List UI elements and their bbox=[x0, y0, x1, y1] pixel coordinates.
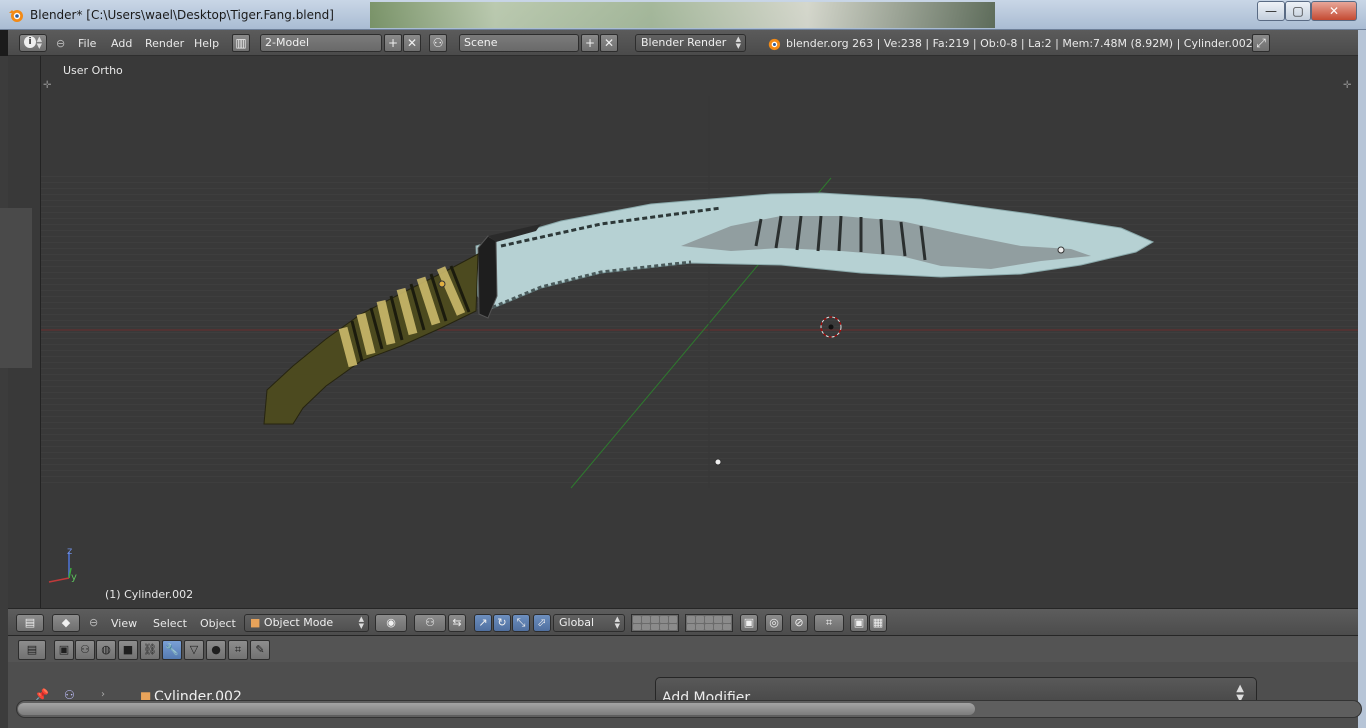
editor-type-button[interactable]: i ▲ ▼ bbox=[19, 34, 47, 52]
3d-viewport[interactable]: ✛ ✛ ✛ ✛ User Ortho bbox=[41, 56, 1358, 608]
blender-logo-icon bbox=[9, 10, 23, 22]
gizmo-z-label: y bbox=[71, 572, 77, 583]
scene-drawing bbox=[41, 96, 1358, 583]
render-tab-icon[interactable]: ▣ bbox=[54, 640, 74, 660]
horizontal-scrollbar[interactable] bbox=[16, 700, 1362, 718]
scale-manipulator-icon-2[interactable]: ⬀ bbox=[533, 614, 551, 632]
remove-scene-button[interactable]: ✕ bbox=[600, 34, 618, 52]
window-titlebar: Blender* [C:\Users\wael\Desktop\Tiger.Fa… bbox=[0, 0, 1366, 30]
snap-toggle-icon[interactable]: ⊘ bbox=[790, 614, 808, 632]
editor-type-3d-view-icon[interactable]: ▤ bbox=[16, 614, 44, 632]
world-origin-dot bbox=[714, 458, 722, 466]
viewport-shading-icon[interactable]: ◉ bbox=[375, 614, 407, 632]
scene-stats: blender.org 263 | Ve:238 | Fa:219 | Ob:0… bbox=[786, 37, 1253, 50]
menu-add[interactable]: Add bbox=[111, 37, 132, 50]
object-origin-dot bbox=[438, 280, 446, 288]
lock-layers-icon[interactable]: ▣ bbox=[740, 614, 758, 632]
scene-icon[interactable]: ⚇ bbox=[429, 34, 447, 52]
add-scene-button[interactable]: + bbox=[581, 34, 599, 52]
active-object-label: (1) Cylinder.002 bbox=[105, 588, 194, 601]
info-icon: i bbox=[24, 36, 36, 48]
toolshelf-tab[interactable] bbox=[0, 208, 32, 368]
scene-field[interactable]: Scene bbox=[459, 34, 579, 52]
properties-editor: ▤ ▣ ⚇ ◍ ■ ⛓ 🔧 ▽ ● ⌗ ✎ 📌 ⚇ › ■ Cylinder.0… bbox=[8, 636, 1362, 728]
snap-element-icon[interactable]: ⌗ bbox=[814, 614, 844, 632]
constraints-tab-icon[interactable]: ⛓ bbox=[140, 640, 160, 660]
updown-arrows-icon: ▲ ▼ bbox=[735, 35, 741, 50]
scene-tab-icon[interactable]: ⚇ bbox=[75, 640, 95, 660]
object-tab-icon[interactable]: ■ bbox=[118, 640, 138, 660]
screen-layout-field[interactable]: 2-Model bbox=[260, 34, 382, 52]
close-button[interactable]: ✕ bbox=[1311, 1, 1357, 21]
properties-tabs: ▤ ▣ ⚇ ◍ ■ ⛓ 🔧 ▽ ● ⌗ ✎ bbox=[8, 636, 1358, 662]
menu-file[interactable]: File bbox=[78, 37, 96, 50]
collapse-menus-icon[interactable]: ⊖ bbox=[89, 616, 98, 629]
window-frame-right bbox=[1358, 30, 1366, 728]
texture-tab-icon[interactable]: ⌗ bbox=[228, 640, 248, 660]
view-menu-toggle-icon[interactable]: ◆ bbox=[52, 614, 80, 632]
render-image-icon[interactable]: ▣ bbox=[850, 614, 868, 632]
layer-buttons-group-1[interactable] bbox=[631, 614, 679, 632]
rotate-manipulator-icon[interactable]: ↻ bbox=[493, 614, 511, 632]
updown-arrows-icon: ▲ ▼ bbox=[358, 615, 364, 630]
world-tab-icon[interactable]: ◍ bbox=[96, 640, 116, 660]
modifiers-tab-icon[interactable]: 🔧 bbox=[162, 640, 182, 660]
gizmo-y-label: z bbox=[67, 546, 73, 557]
screen-layout-icon[interactable]: ▥ bbox=[232, 34, 250, 52]
remove-screen-button[interactable]: ✕ bbox=[403, 34, 421, 52]
orientation-dropdown[interactable]: Global ▲ ▼ bbox=[553, 614, 625, 632]
3d-cursor-icon bbox=[820, 316, 842, 338]
blade-origin-dot bbox=[1057, 246, 1065, 254]
render-engine-dropdown[interactable]: Blender Render ▲ ▼ bbox=[635, 34, 746, 52]
cube-icon: ■ bbox=[250, 616, 261, 629]
add-screen-button[interactable]: + bbox=[384, 34, 402, 52]
updown-arrows-icon: ▲ ▼ bbox=[614, 615, 620, 630]
maximize-button[interactable]: ▢ bbox=[1285, 1, 1311, 21]
window-frame-left bbox=[0, 56, 8, 728]
info-header: i ▲ ▼ ⊖ File Add Render Help ▥ 2-Model + … bbox=[8, 30, 1358, 56]
proportional-edit-icon[interactable]: ◎ bbox=[765, 614, 783, 632]
scrollbar-thumb[interactable] bbox=[18, 703, 975, 715]
mode-dropdown[interactable]: ■ Object Mode ▲ ▼ bbox=[244, 614, 369, 632]
blender-logo-icon bbox=[768, 38, 781, 51]
render-animation-icon[interactable]: ▦ bbox=[869, 614, 887, 632]
pivot-point-icon[interactable]: ⚇ bbox=[414, 614, 446, 632]
toolshelf-strip bbox=[0, 56, 41, 608]
menu-select[interactable]: Select bbox=[153, 617, 187, 630]
menu-help[interactable]: Help bbox=[194, 37, 219, 50]
breadcrumb-arrow-icon: › bbox=[101, 689, 105, 700]
menu-object[interactable]: Object bbox=[200, 617, 236, 630]
physics-tab-icon[interactable]: ✎ bbox=[250, 640, 270, 660]
viewport-header: ▤ ◆ ⊖ View Select Object ■ Object Mode ▲… bbox=[8, 608, 1358, 636]
fullscreen-toggle-icon[interactable]: ⤢ bbox=[1252, 34, 1270, 52]
desktop-background bbox=[370, 2, 995, 28]
manipulator-toggle-icon[interactable]: ⇆ bbox=[448, 614, 466, 632]
menu-render[interactable]: Render bbox=[145, 37, 184, 50]
updown-arrows-icon: ▲ ▼ bbox=[36, 35, 42, 50]
material-tab-icon[interactable]: ● bbox=[206, 640, 226, 660]
collapse-menus-icon[interactable]: ⊖ bbox=[56, 37, 65, 50]
translate-manipulator-icon[interactable]: ↗ bbox=[474, 614, 492, 632]
editor-type-properties-icon[interactable]: ▤ bbox=[18, 640, 46, 660]
layer-buttons-group-2[interactable] bbox=[685, 614, 733, 632]
data-tab-icon[interactable]: ▽ bbox=[184, 640, 204, 660]
window-title: Blender* [C:\Users\wael\Desktop\Tiger.Fa… bbox=[30, 8, 334, 22]
minimize-button[interactable]: — bbox=[1257, 1, 1285, 21]
scale-manipulator-icon[interactable]: ⤡ bbox=[512, 614, 530, 632]
menu-view[interactable]: View bbox=[111, 617, 137, 630]
